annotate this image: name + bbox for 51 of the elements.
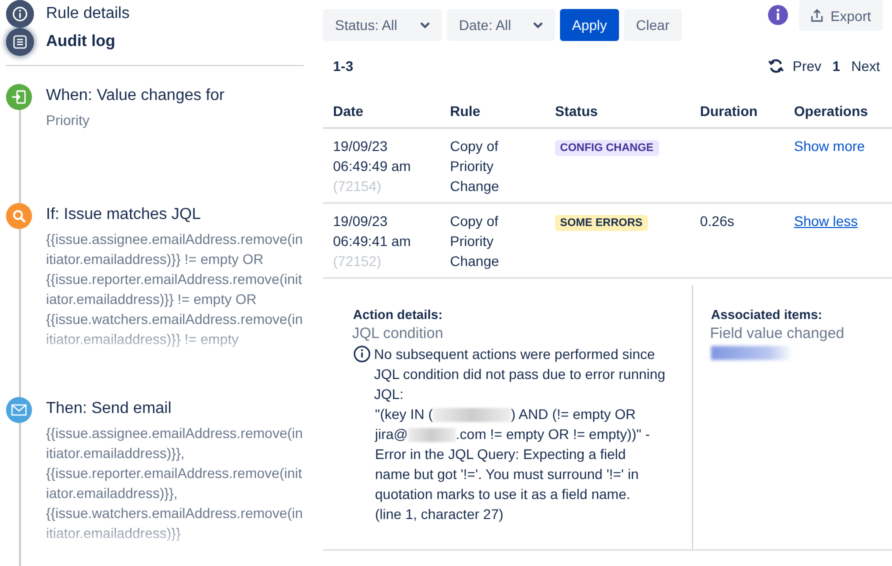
result-range: 1-3	[333, 58, 354, 74]
chevron-down-icon	[533, 22, 543, 28]
rule-cell: Copy of Priority Change	[440, 129, 545, 204]
redacted-text	[408, 428, 456, 442]
filter-dropdown[interactable]: Status: All	[323, 9, 442, 41]
info-icon	[353, 345, 371, 363]
run-id: (72152)	[333, 253, 382, 269]
enter-icon	[11, 89, 27, 105]
step-detail: Priority	[46, 111, 91, 130]
chevron-down-icon	[420, 22, 430, 28]
rule-cell: Copy of Priority Change	[440, 204, 545, 279]
page-number[interactable]: 1	[832, 58, 840, 74]
duration-cell: 0.26s	[690, 204, 784, 279]
next-link[interactable]: Next	[851, 58, 880, 74]
column-header: Operations	[784, 103, 892, 129]
action-name: JQL condition	[352, 325, 444, 342]
column-header: Date	[323, 103, 440, 129]
column-header: Duration	[690, 103, 784, 129]
associated-item: Field value changed	[710, 325, 846, 342]
refresh-icon[interactable]	[768, 58, 784, 74]
error-text: "(key IN ( ) AND (!= empty OR jira@ .com != empty OR != empty))" - Error in the JQL Query: Expecting a field name but got '!='. You must surround '!=' in quotation marks to use it as a field name. (line 1, character 27)	[375, 405, 651, 524]
date-text: 19/09/23 06:49:49 am	[333, 138, 411, 174]
status-lozenge: CONFIG CHANGE	[555, 140, 658, 156]
operation-link[interactable]: Show less	[794, 213, 858, 229]
step-detail: {{issue.assignee.emailAddress.remove(initiator.emailaddress)}} != empty OR {{issue.reporter.emailAddress.remove(initiator.emailaddress)}} != empty OR {{issue.watchers.emailAddress.remove(initiator.emailaddress)}} != empty	[46, 230, 304, 349]
column-header: Rule	[440, 103, 545, 129]
date-text: 19/09/23 06:49:41 am	[333, 213, 411, 249]
apply-button[interactable]: Apply	[560, 9, 620, 41]
step-detail: {{issue.assignee.emailAddress.remove(initiator.emailaddress)}}, {{issue.reporter.emailAddress.remove(initiator.emailaddress)}}, {{issue.watchers.emailAddress.remove(initiator.emailaddress)}}	[46, 424, 304, 543]
operation-link[interactable]: Show more	[794, 138, 865, 154]
column-header: Status	[545, 103, 690, 129]
search-icon	[12, 209, 26, 223]
nav-item[interactable]: Audit log	[6, 28, 304, 56]
info-icon[interactable]	[768, 5, 788, 25]
prev-link[interactable]: Prev	[792, 58, 822, 74]
share-icon	[810, 9, 823, 22]
export-button[interactable]: Export	[798, 0, 883, 31]
details-heading: Action details:	[353, 307, 444, 322]
list-icon	[12, 34, 28, 50]
associated-heading: Associated items:	[711, 307, 824, 322]
clear-button[interactable]: Clear	[624, 9, 682, 41]
run-id: (72154)	[333, 178, 382, 194]
info-icon	[12, 6, 28, 22]
filter-dropdown[interactable]: Date: All	[447, 9, 555, 41]
nav-item[interactable]: Rule details	[6, 0, 304, 28]
status-lozenge: SOME ERRORS	[555, 215, 648, 231]
message-text: No subsequent actions were performed since JQL condition did not pass due to error running JQL:	[374, 345, 666, 404]
step-title: When: Value changes for	[46, 86, 226, 106]
step-title: If: Issue matches JQL	[46, 205, 202, 225]
step-title: Then: Send email	[46, 399, 172, 419]
mail-icon	[11, 404, 27, 416]
